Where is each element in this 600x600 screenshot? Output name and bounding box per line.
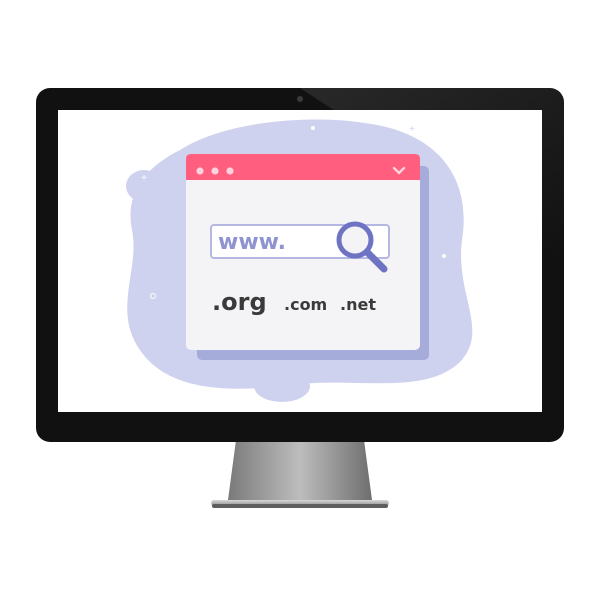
domain-org[interactable]: .org [212,288,267,316]
monitor-illustration: + + + www. [36,88,564,508]
svg-text:+: + [141,173,147,184]
domain-net[interactable]: .net [340,295,376,314]
address-prefix: www. [218,230,286,255]
webcam-icon [297,96,303,102]
window-controls [196,167,234,175]
illustration-stage: + + + www. [0,0,600,600]
window-control-dot[interactable] [196,167,204,175]
monitor-stand [211,440,389,508]
window-control-dot[interactable] [226,167,234,175]
window-control-dot[interactable] [211,167,219,175]
svg-text:+: + [409,124,415,135]
domain-com[interactable]: .com [284,295,327,314]
